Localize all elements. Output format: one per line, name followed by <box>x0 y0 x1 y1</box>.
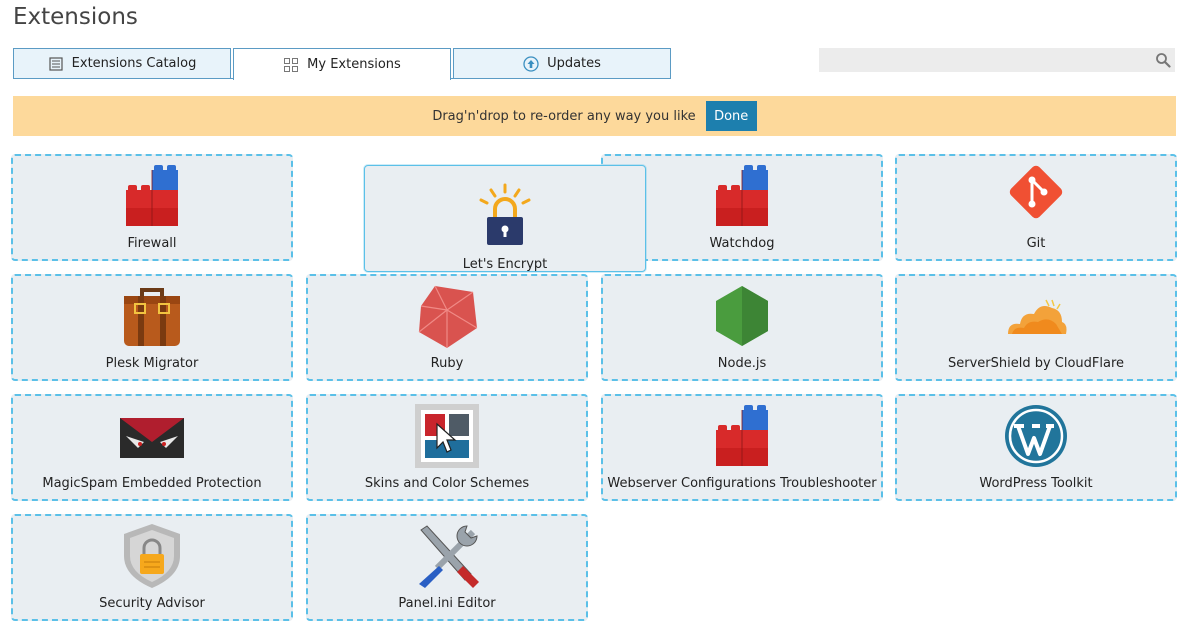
lock-icon <box>471 183 539 251</box>
extension-name: Webserver Configurations Troubleshooter <box>607 476 877 491</box>
extension-card-git[interactable]: Git <box>895 154 1177 261</box>
upload-icon <box>523 55 539 72</box>
tab-my-extensions[interactable]: My Extensions <box>233 48 451 80</box>
extension-card-nodejs[interactable]: Node.js <box>601 274 883 381</box>
page-title: Extensions <box>13 4 138 30</box>
extension-card-plesk-migrator[interactable]: Plesk Migrator <box>11 274 293 381</box>
lego-bricks-icon <box>708 402 776 470</box>
extension-name: ServerShield by CloudFlare <box>947 356 1125 371</box>
lego-bricks-icon <box>118 162 186 230</box>
extension-name: Panel.ini Editor <box>398 596 496 611</box>
ruby-icon <box>413 282 481 350</box>
extension-name: Node.js <box>717 356 767 371</box>
tab-extensions-catalog[interactable]: Extensions Catalog <box>13 48 231 78</box>
magicspam-icon <box>118 402 186 470</box>
extension-card-lets-encrypt[interactable]: Let's Encrypt <box>364 165 646 272</box>
extension-name: WordPress Toolkit <box>979 476 1093 491</box>
extension-card-panel-ini-editor[interactable]: Panel.ini Editor <box>306 514 588 621</box>
tools-icon <box>413 522 481 590</box>
extension-name: Firewall <box>127 236 177 251</box>
extension-card-servershield[interactable]: ServerShield by CloudFlare <box>895 274 1177 381</box>
tab-label: Updates <box>547 56 601 71</box>
suitcase-icon <box>118 282 186 350</box>
shield-lock-icon <box>118 522 186 590</box>
extension-card-skins[interactable]: Skins and Color Schemes <box>306 394 588 501</box>
extension-card-magicspam[interactable]: MagicSpam Embedded Protection <box>11 394 293 501</box>
catalog-icon <box>48 56 64 72</box>
extension-name: Ruby <box>430 356 464 371</box>
search-input[interactable] <box>819 48 1175 72</box>
extension-card-wordpress-toolkit[interactable]: WordPress Toolkit <box>895 394 1177 501</box>
tab-bar: Extensions Catalog My Extensions Updates <box>13 48 673 80</box>
wordpress-icon <box>1002 402 1070 470</box>
cloudflare-icon <box>1002 282 1070 350</box>
done-button[interactable]: Done <box>705 101 757 131</box>
nodejs-icon <box>708 282 776 350</box>
tab-updates[interactable]: Updates <box>453 48 671 78</box>
extension-name: Let's Encrypt <box>462 257 548 272</box>
lego-bricks-icon <box>708 162 776 230</box>
grid-icon <box>283 57 299 73</box>
extension-name: Plesk Migrator <box>105 356 199 371</box>
extension-card-firewall[interactable]: Firewall <box>11 154 293 261</box>
extension-name: Git <box>1026 236 1046 251</box>
extension-name: Skins and Color Schemes <box>364 476 530 491</box>
extension-card-webserver-troubleshooter[interactable]: Webserver Configurations Troubleshooter <box>601 394 883 501</box>
skins-icon <box>413 402 481 470</box>
tab-label: My Extensions <box>307 57 401 72</box>
banner-text: Drag'n'drop to re-order any way you like <box>432 108 696 124</box>
extension-card-security-advisor[interactable]: Security Advisor <box>11 514 293 621</box>
extension-name: MagicSpam Embedded Protection <box>42 476 262 491</box>
search-icon[interactable] <box>1155 52 1171 68</box>
extension-card-ruby[interactable]: Ruby <box>306 274 588 381</box>
git-icon <box>1002 162 1070 230</box>
reorder-banner: Drag'n'drop to re-order any way you like… <box>13 96 1176 136</box>
tab-label: Extensions Catalog <box>71 56 197 71</box>
extension-name: Security Advisor <box>99 596 205 611</box>
